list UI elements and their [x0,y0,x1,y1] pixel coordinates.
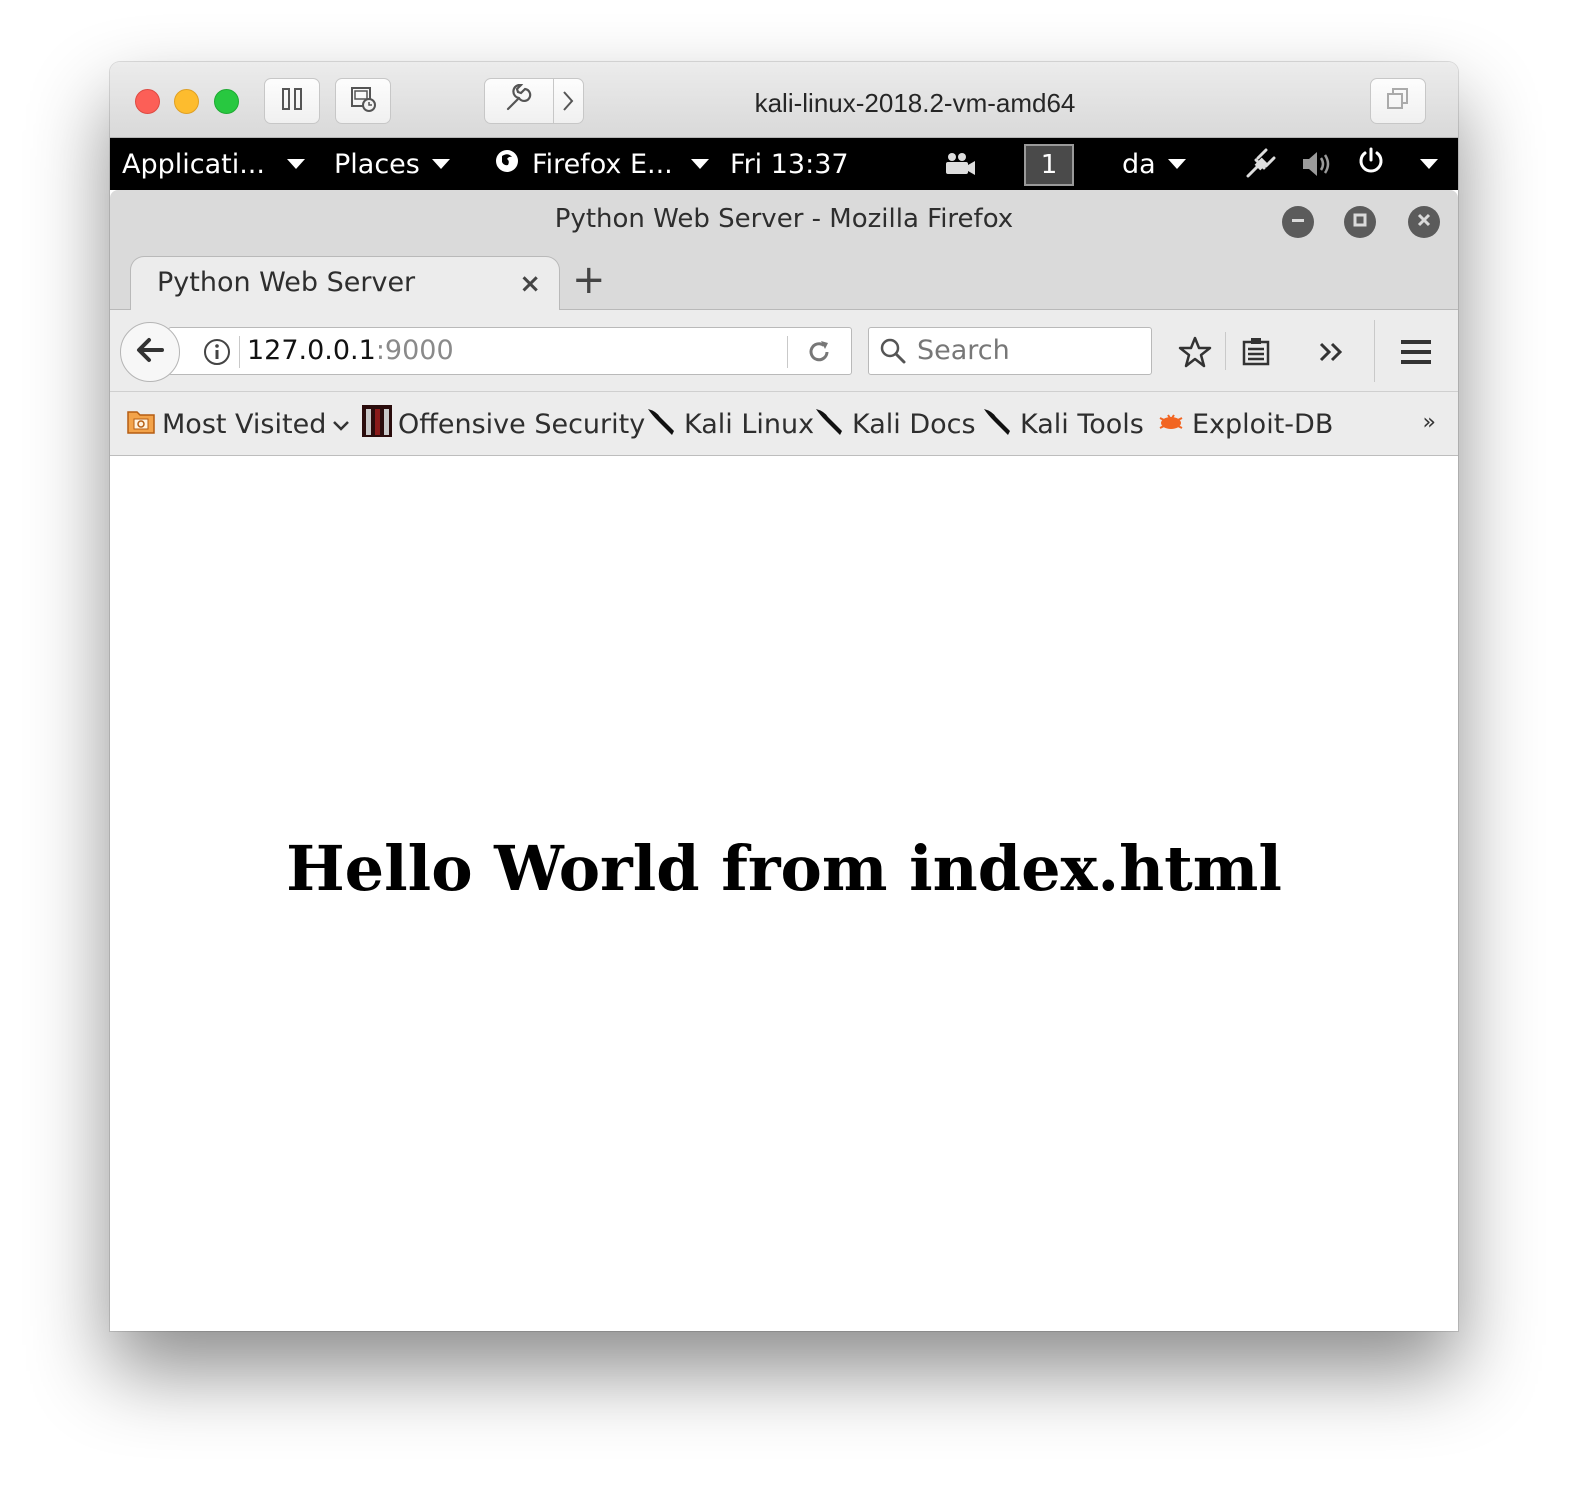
clock-label: Fri 13:37 [730,148,849,180]
firefox-titlebar: Python Web Server - Mozilla Firefox [110,190,1458,252]
network-wired-icon[interactable] [1244,146,1276,182]
firefox-window-title: Python Web Server - Mozilla Firefox [554,204,1014,234]
keyboard-layout-label: da [1122,148,1156,180]
clock[interactable]: Fri 13:37 [730,146,849,182]
video-camera-icon[interactable] [944,146,976,182]
window-restore-button[interactable] [1370,78,1426,124]
bookmark-label: Kali Linux [684,408,815,440]
bookmark-most-visited[interactable]: Most Visited [126,406,350,442]
caret-down-icon [286,159,305,169]
firefox-icon [494,148,520,181]
url-text: 127.0.0.1:9000 [247,335,454,366]
info-icon[interactable] [203,338,231,370]
window-restore-icon [1385,86,1411,116]
vm-settings-button[interactable] [484,78,584,124]
search-bar[interactable]: Search [868,327,1152,375]
search-placeholder: Search [917,335,1010,366]
app-menu-label: Firefox E... [532,148,673,180]
tab-close-icon[interactable]: × [519,269,541,299]
vm-titlebar: kali-linux-2018.2-vm-amd64 [110,62,1458,138]
page-content: Hello World from index.html [110,456,1458,1331]
applications-menu[interactable]: Applicati... [122,146,305,182]
reload-icon[interactable] [805,338,833,370]
close-button[interactable] [1408,206,1440,238]
snapshot-icon [349,85,377,117]
folder-icon [126,406,156,443]
caret-down-icon [690,159,709,169]
tab-strip: Python Web Server × + [110,252,1458,312]
navigation-toolbar: 127.0.0.1:9000 Search [110,310,1458,392]
pause-icon [281,87,303,115]
search-icon [879,337,907,369]
volume-icon[interactable] [1300,146,1334,182]
places-label: Places [334,148,420,180]
page-heading: Hello World from index.html [286,832,1282,905]
kali-dragon-icon [646,405,678,444]
back-button[interactable] [120,322,180,382]
vm-window: kali-linux-2018.2-vm-amd64 Applicati... … [110,62,1458,1331]
bookmark-label: Kali Docs [852,408,976,440]
arrow-left-icon [135,335,165,369]
tab-python-web-server[interactable]: Python Web Server × [130,256,560,312]
kali-dragon-icon [982,405,1014,444]
settings-wrench-icon [503,83,533,118]
keyboard-layout-menu[interactable]: da [1122,146,1186,182]
power-menu[interactable] [1356,146,1438,182]
url-bar[interactable]: 127.0.0.1:9000 [168,327,852,375]
url-host: 127.0.0.1 [247,335,376,366]
maximize-icon [1352,212,1368,232]
workspace-indicator[interactable]: 1 [1024,144,1074,186]
hamburger-menu-icon[interactable] [1396,332,1436,372]
minimize-icon [1290,212,1306,232]
minimize-window-button[interactable] [174,89,199,114]
exploit-db-bug-icon [1156,408,1186,441]
pause-vm-button[interactable] [264,78,320,124]
vm-window-title: kali-linux-2018.2-vm-amd64 [754,88,1076,118]
snapshot-button[interactable] [335,78,391,124]
offensive-security-icon [362,404,392,444]
tab-label: Python Web Server [157,267,416,298]
caret-down-icon [1420,159,1438,169]
url-port: :9000 [375,335,454,366]
maximize-button[interactable] [1344,206,1376,238]
caret-down-icon [1167,159,1186,169]
bookmark-kali-docs[interactable]: Kali Docs [814,406,976,442]
bookmark-star-icon[interactable] [1175,332,1215,372]
bookmark-kali-tools[interactable]: Kali Tools [982,406,1144,442]
minimize-button[interactable] [1282,206,1314,238]
caret-down-icon [431,159,450,169]
kali-dragon-icon [814,405,846,444]
firefox-window: Python Web Server - Mozilla Firefox Pyth… [110,190,1458,1331]
bookmark-label: Most Visited [162,408,327,440]
places-menu[interactable]: Places [334,146,450,182]
bookmark-exploit-db[interactable]: Exploit-DB [1156,406,1333,442]
overflow-chevron-icon[interactable] [1312,332,1352,372]
close-window-button[interactable] [135,89,160,114]
bookmark-label: Offensive Security [398,408,646,440]
chevron-down-icon [332,409,350,440]
applications-label: Applicati... [122,148,265,180]
bookmark-label: Kali Tools [1020,408,1144,440]
zoom-window-button[interactable] [214,89,239,114]
bookmark-offensive-security[interactable]: Offensive Security [362,404,646,444]
app-menu[interactable]: Firefox E... [494,146,709,182]
bookmarks-overflow-button[interactable]: » [1423,410,1436,435]
bookmarks-menu-icon[interactable] [1236,332,1276,372]
bookmark-kali-linux[interactable]: Kali Linux [646,406,814,442]
bookmarks-toolbar: Most Visited Offensive Security Kali Lin… [110,392,1458,456]
new-tab-button[interactable]: + [572,258,606,302]
close-icon [1416,212,1432,232]
bookmark-label: Exploit-DB [1192,408,1334,440]
gnome-top-bar: Applicati... Places Firefox E... Fri 13:… [110,138,1458,190]
chevron-right-icon[interactable] [559,89,577,117]
power-icon [1356,146,1386,183]
